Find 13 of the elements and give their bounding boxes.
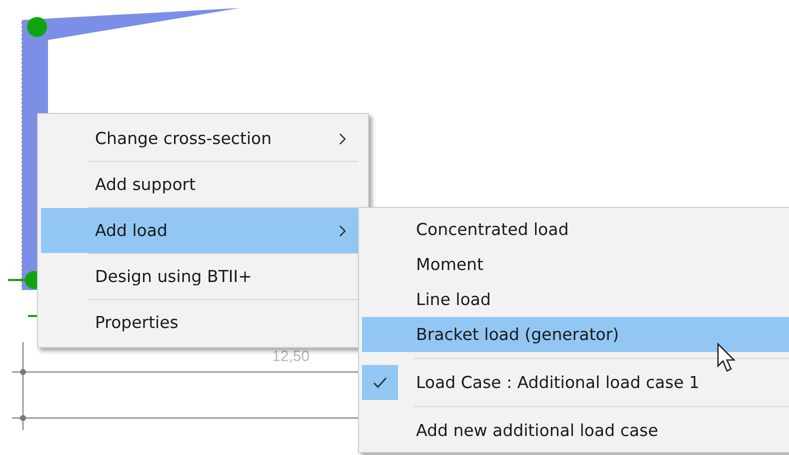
menu-item[interactable]: Moment — [362, 247, 789, 282]
menu-item[interactable]: Concentrated load — [362, 212, 789, 247]
menu-item[interactable]: Properties — [41, 300, 358, 345]
menu-item[interactable]: Add support — [41, 162, 358, 207]
menu-item[interactable]: Change cross-section — [41, 116, 358, 161]
menu-item[interactable]: Design using BTII+ — [41, 254, 358, 299]
menu-item[interactable]: Line load — [362, 282, 789, 317]
dimension-label: 12,50 — [272, 348, 310, 365]
menu-item[interactable]: Add new additional load case — [362, 413, 789, 448]
cursor-icon — [716, 342, 738, 374]
menu-item[interactable]: Add load — [41, 208, 358, 253]
menu-item[interactable]: Bracket load (generator) — [362, 317, 789, 352]
menu-item[interactable]: Load Case : Additional load case 1 — [362, 365, 789, 400]
